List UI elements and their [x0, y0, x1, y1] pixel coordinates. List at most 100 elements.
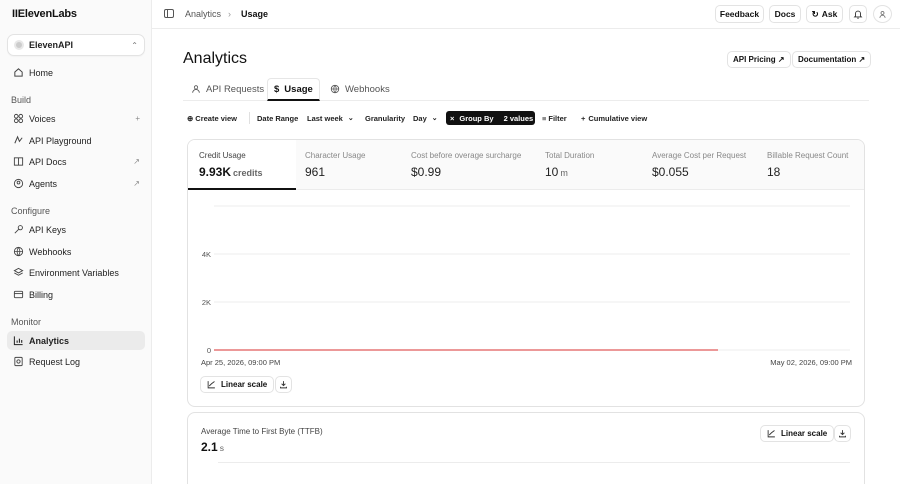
filter-label: Filter [548, 113, 567, 123]
kpi-number: 9.93K [199, 165, 232, 179]
kpi-label: Total Duration [545, 151, 595, 160]
breadcrumb-usage: Usage [241, 9, 269, 19]
ttfb-label: Average Time to First Byte (TTFB) [201, 427, 323, 436]
key-icon [12, 224, 24, 236]
download-icon [839, 430, 846, 438]
ttfb-value: 2.1 s [201, 440, 224, 454]
kpi-character-usage[interactable]: Character Usage 961 [296, 140, 402, 190]
user-icon [879, 10, 886, 18]
y-tick-label: 2K [202, 298, 211, 307]
kpi-label: Average Cost per Request [652, 151, 747, 160]
docs-icon [12, 156, 24, 168]
ttfb-download-button[interactable] [834, 425, 851, 442]
api-requests-icon [191, 84, 201, 94]
sidebar-item-label: Analytics [29, 335, 70, 346]
section-build: Build [11, 95, 32, 105]
sidebar: IIElevenLabs ElevenAPI ⌃ Home Build Voic… [0, 0, 152, 484]
documentation-button[interactable]: Documentation ↗ [792, 51, 872, 68]
topbar: Analytics › Usage Feedback Docs ↻ Ask [152, 0, 900, 29]
kpi-value: 9.93K credits [199, 165, 296, 179]
kpi-cost-before-surcharge[interactable]: Cost before overage surcharge $0.99 [402, 140, 536, 190]
ttfb-gridline [218, 462, 850, 463]
kpi-number: 10 [545, 165, 559, 179]
workspace-switcher[interactable]: ElevenAPI ⌃ [7, 34, 145, 56]
sidebar-item-api-docs[interactable]: API Docs ↗ [7, 152, 145, 171]
tab-label: Webhooks [345, 83, 390, 95]
sidebar-item-agents[interactable]: Agents ↗ [7, 174, 145, 193]
linear-scale-button[interactable]: Linear scale [200, 376, 275, 393]
external-link-icon: ↗ [133, 179, 140, 188]
sidebar-item-home[interactable]: Home [7, 63, 145, 82]
log-icon [12, 356, 24, 368]
tab-label: API Requests [206, 83, 265, 95]
sidebar-item-voices[interactable]: Voices + [7, 109, 145, 128]
workspace-avatar [14, 40, 24, 50]
feedback-button[interactable]: Feedback [715, 5, 764, 23]
date-range-select[interactable]: Last week ⌄ [307, 111, 354, 125]
sidebar-item-label: Billing [29, 289, 54, 300]
ttfb-linear-scale-button[interactable]: Linear scale [760, 425, 835, 442]
chart-line-icon [767, 430, 775, 438]
sidebar-item-api-keys[interactable]: API Keys [7, 220, 145, 239]
kpi-label: Cost before overage surcharge [411, 151, 522, 160]
kpi-label: Character Usage [305, 151, 366, 160]
ask-button[interactable]: ↻ Ask [806, 5, 843, 23]
divider [249, 112, 250, 124]
create-view-label: Create view [195, 113, 237, 123]
user-avatar[interactable] [873, 5, 892, 23]
chevron-down-icon: ⌄ [347, 115, 354, 122]
docs-button[interactable]: Docs [769, 5, 801, 23]
sidebar-item-analytics[interactable]: Analytics [7, 331, 145, 350]
sidebar-toggle-icon[interactable] [164, 9, 174, 18]
granularity-select[interactable]: Day ⌄ [413, 111, 438, 125]
download-button[interactable] [275, 376, 292, 393]
sidebar-item-webhooks[interactable]: Webhooks [7, 242, 145, 261]
kpi-total-duration[interactable]: Total Duration 10 m [536, 140, 642, 190]
section-configure: Configure [11, 206, 51, 216]
sidebar-item-label: Environment Variables [29, 267, 119, 278]
sidebar-item-label: API Playground [29, 135, 92, 146]
api-pricing-button[interactable]: API Pricing ↗ [727, 51, 791, 68]
tab-bar: API Requests $ Usage Webhooks [183, 78, 869, 101]
group-by-chip[interactable]: × Group By 2 values [446, 111, 535, 125]
tab-api-requests[interactable]: API Requests [185, 78, 270, 100]
kpi-value: $0.055 [652, 165, 689, 179]
plus-icon[interactable]: + [135, 114, 140, 123]
app-logo[interactable]: IIElevenLabs [12, 8, 77, 20]
kpi-average-cost[interactable]: Average Cost per Request $0.055 [642, 140, 758, 190]
usage-card: Credit Usage 9.93K credits Character Usag… [187, 139, 865, 407]
sidebar-item-billing[interactable]: Billing [7, 285, 145, 304]
filter-button[interactable]: ≡ Filter [542, 111, 567, 125]
cumulative-view-button[interactable]: + Cumulative view [581, 111, 647, 125]
create-view-button[interactable]: ⊕ Create view [187, 111, 237, 125]
close-icon[interactable]: × [450, 114, 454, 123]
notifications-button[interactable] [849, 5, 867, 23]
date-range-value: Last week [307, 113, 343, 123]
granularity-value: Day [413, 113, 427, 123]
kpi-billable-requests[interactable]: Billable Request Count 18 [758, 140, 864, 190]
layers-icon [12, 267, 24, 279]
cumulative-label: Cumulative view [588, 113, 648, 123]
plus-circle-icon: ⊕ [187, 113, 194, 123]
linear-scale-label: Linear scale [781, 429, 828, 438]
filter-icon: ≡ [542, 113, 547, 123]
webhooks-icon [330, 84, 340, 94]
bell-icon [853, 10, 863, 19]
tab-webhooks[interactable]: Webhooks [324, 78, 396, 100]
kpi-credit-usage[interactable]: Credit Usage 9.93K credits [188, 140, 296, 190]
date-range-label: Date Range [257, 113, 299, 123]
workspace-name: ElevenAPI [29, 40, 74, 50]
section-monitor: Monitor [11, 317, 42, 327]
credit-usage-chart: 0 2K 4K Apr 25, 2026, 09:00 PM May 02, 2026,… [201, 205, 852, 367]
refresh-icon: ↻ [811, 8, 819, 19]
kpi-label: Credit Usage [199, 151, 246, 160]
sidebar-item-request-log[interactable]: Request Log [7, 352, 145, 371]
sidebar-item-environment-variables[interactable]: Environment Variables [7, 263, 145, 282]
tab-usage[interactable]: $ Usage [267, 78, 320, 101]
sidebar-item-api-playground[interactable]: API Playground [7, 131, 145, 150]
sidebar-item-label: API Keys [29, 224, 67, 235]
breadcrumb-analytics[interactable]: Analytics [185, 9, 221, 19]
billing-icon [12, 289, 24, 301]
chart-icon [12, 335, 24, 347]
kpi-unit: m [560, 168, 568, 178]
